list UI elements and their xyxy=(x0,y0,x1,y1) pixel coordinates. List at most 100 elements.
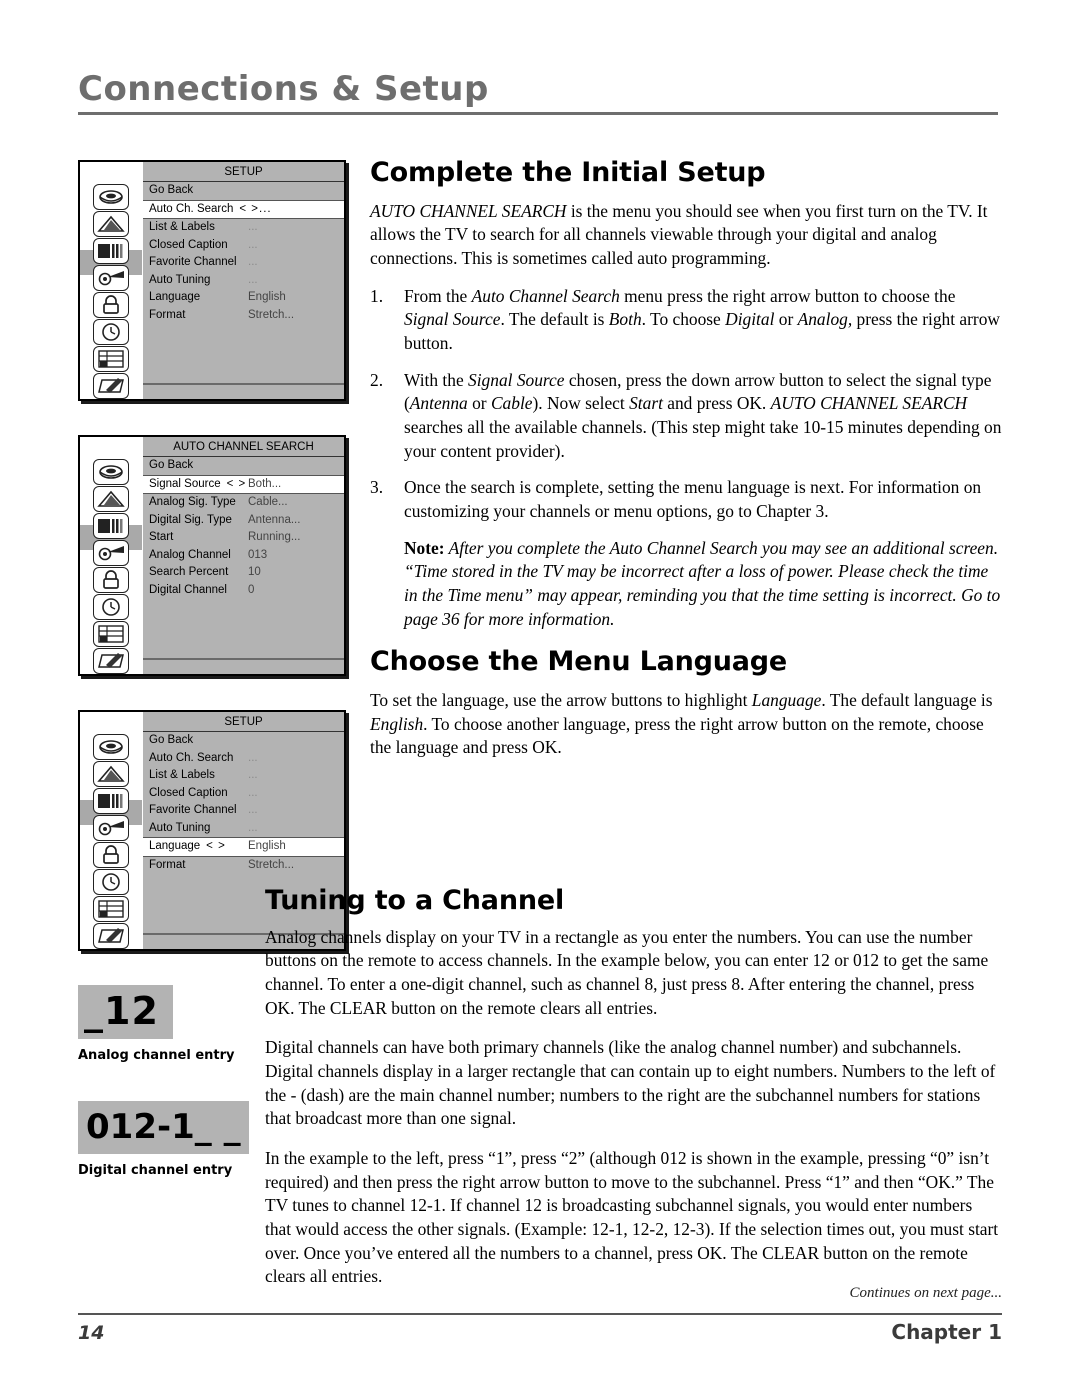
menu-filler xyxy=(143,357,344,383)
setup-step-1: 1. From the Auto Channel Search menu pre… xyxy=(370,285,1000,354)
menu-row-start[interactable]: Start Running... xyxy=(143,529,344,547)
menu-row-language[interactable]: Language English xyxy=(143,289,344,307)
menu-row-digital-sig-type[interactable]: Digital Sig. Type Antenna... xyxy=(143,512,344,530)
menu-row-label: Favorite Channel xyxy=(149,256,237,268)
menu-row-go-back[interactable]: Go Back xyxy=(143,732,344,750)
tuning-section: Tuning to a Channel Analog channels disp… xyxy=(265,886,1002,1305)
menu-row-label: Analog Channel xyxy=(149,548,231,561)
menu-row-value: ... xyxy=(248,273,258,286)
note-label: Note: xyxy=(404,537,445,558)
menu-row-label: Go Back xyxy=(149,734,194,746)
menu-row-closed-caption[interactable]: Closed Caption ... xyxy=(143,785,344,803)
menu-row-value: 10 xyxy=(248,566,261,578)
icon-rail xyxy=(80,437,143,674)
menu-filler xyxy=(143,632,344,658)
picture-icon xyxy=(93,486,129,512)
setup-step-3: 3. Once the search is complete, setting … xyxy=(370,477,982,522)
step-number: 2. xyxy=(370,369,384,390)
menu-row-label: List & Labels xyxy=(149,221,215,233)
menu-row-favorite-channel[interactable]: Favorite Channel ... xyxy=(143,802,344,820)
picture-icon xyxy=(93,761,129,787)
edit-notes-icon xyxy=(93,923,129,949)
screen-grid-icon xyxy=(93,346,129,372)
page-number: 14 xyxy=(78,1322,105,1344)
menu-row-label: Go Back xyxy=(149,459,194,471)
audio-disc-icon xyxy=(93,459,129,485)
menu-rows: Go Back Signal Source < > Both... Analog… xyxy=(143,457,344,632)
parental-lock-icon xyxy=(93,842,129,868)
menu-row-label: Digital Channel xyxy=(149,583,227,596)
menu-row-arrows: < > xyxy=(226,477,247,490)
menu-row-value: Stretch... xyxy=(248,308,295,321)
step-number: 3. xyxy=(370,477,384,498)
clock-time-icon xyxy=(93,869,129,895)
menu-row-closed-caption[interactable]: Closed Caption ... xyxy=(143,237,344,255)
menu-footbar xyxy=(143,658,344,674)
menu-row-value: English xyxy=(248,291,286,303)
heading-choose-menu-language: Choose the Menu Language xyxy=(370,646,788,678)
menu-row-auto-tuning[interactable]: Auto Tuning ... xyxy=(143,820,344,838)
menu-row-label: Start xyxy=(149,531,174,543)
menu-row-analog-sig-type[interactable]: Analog Sig. Type Cable... xyxy=(143,494,344,512)
tuning-paragraph-3: In the example to the left, press “1”, p… xyxy=(265,1148,999,1287)
page-title: Connections & Setup xyxy=(78,69,489,109)
menu-row-language[interactable]: Language < > English xyxy=(143,837,344,857)
edit-notes-icon xyxy=(93,648,129,674)
screen-grid-icon xyxy=(93,621,129,647)
audio-disc-icon xyxy=(93,184,129,210)
menu-row-value: ... xyxy=(248,221,258,233)
menu-row-auto-ch-search[interactable]: Auto Ch. Search ... xyxy=(143,750,344,768)
menu-row-signal-source[interactable]: Signal Source < > Both... xyxy=(143,474,344,494)
channel-bars-icon xyxy=(93,238,129,264)
menu-row-format[interactable]: Format Stretch... xyxy=(143,857,344,875)
step-number: 1. xyxy=(370,285,384,306)
menu-row-digital-channel[interactable]: Digital Channel 0 xyxy=(143,582,344,600)
menu-footbar xyxy=(143,383,344,399)
menu-row-label: Search Percent xyxy=(149,566,229,578)
menu-panel: AUTO CHANNEL SEARCH Go Back Signal Sourc… xyxy=(143,437,344,674)
menu-title: SETUP xyxy=(143,162,344,182)
menu-row-value: English xyxy=(248,840,286,852)
menu-row-label: Auto Ch. Search xyxy=(149,751,234,764)
body-column: Complete the Initial Setup AUTO CHANNEL … xyxy=(370,158,1002,774)
edit-notes-icon xyxy=(93,373,129,399)
menu-row-value: Both... xyxy=(248,477,282,490)
menu-row-auto-ch-search[interactable]: Auto Ch. Search < >... xyxy=(143,199,344,219)
channel-bars-icon xyxy=(93,513,129,539)
icon-rail xyxy=(80,712,143,949)
menu-row-auto-tuning[interactable]: Auto Tuning ... xyxy=(143,272,344,290)
tv-menu-setup-initial: SETUP Go Back Auto Ch. Search < >... Lis… xyxy=(78,160,346,401)
menu-row-label: Signal Source xyxy=(149,477,221,490)
menu-row-label: Format xyxy=(149,308,186,321)
menu-row-label: Digital Sig. Type xyxy=(149,513,232,526)
menu-row-value: ... xyxy=(248,769,258,781)
menu-row-value: 0 xyxy=(248,583,255,596)
menu-row-format[interactable]: Format Stretch... xyxy=(143,307,344,325)
menu-row-search-percent[interactable]: Search Percent 10 xyxy=(143,564,344,582)
menu-row-favorite-channel[interactable]: Favorite Channel ... xyxy=(143,254,344,272)
digital-channel-entry-box: 012-1_ _ xyxy=(78,1100,249,1154)
menu-row-label: Language xyxy=(149,840,201,852)
menu-panel: SETUP Go Back Auto Ch. Search < >... Lis… xyxy=(143,162,344,399)
menu-title: AUTO CHANNEL SEARCH xyxy=(143,437,344,457)
channel-bars-icon xyxy=(93,788,129,814)
menu-row-label: Closed Caption xyxy=(149,786,228,799)
menu-row-list-labels[interactable]: List & Labels ... xyxy=(143,219,344,237)
menu-row-value: Running... xyxy=(248,531,301,543)
menu-row-value: 013 xyxy=(248,548,268,561)
menu-row-go-back[interactable]: Go Back xyxy=(143,182,344,200)
menu-title: SETUP xyxy=(143,712,344,732)
menu-row-go-back[interactable]: Go Back xyxy=(143,457,344,475)
menu-row-list-labels[interactable]: List & Labels ... xyxy=(143,767,344,785)
chapter-label: Chapter 1 xyxy=(891,1320,1002,1344)
continues-on-next-page: Continues on next page... xyxy=(849,1285,1002,1301)
menu-row-label: List & Labels xyxy=(149,769,215,781)
intro-paragraph: AUTO CHANNEL SEARCH is the menu you shou… xyxy=(370,200,988,269)
menu-row-label: Format xyxy=(149,858,186,871)
heading-tuning-to-a-channel: Tuning to a Channel xyxy=(265,885,565,916)
page-footer: 14 Chapter 1 xyxy=(78,1320,1002,1344)
menu-row-analog-channel[interactable]: Analog Channel 013 xyxy=(143,547,344,565)
menu-row-label: Favorite Channel xyxy=(149,804,237,816)
menu-row-value: Stretch... xyxy=(248,858,295,871)
analog-channel-entry-box: _12 xyxy=(78,985,173,1039)
